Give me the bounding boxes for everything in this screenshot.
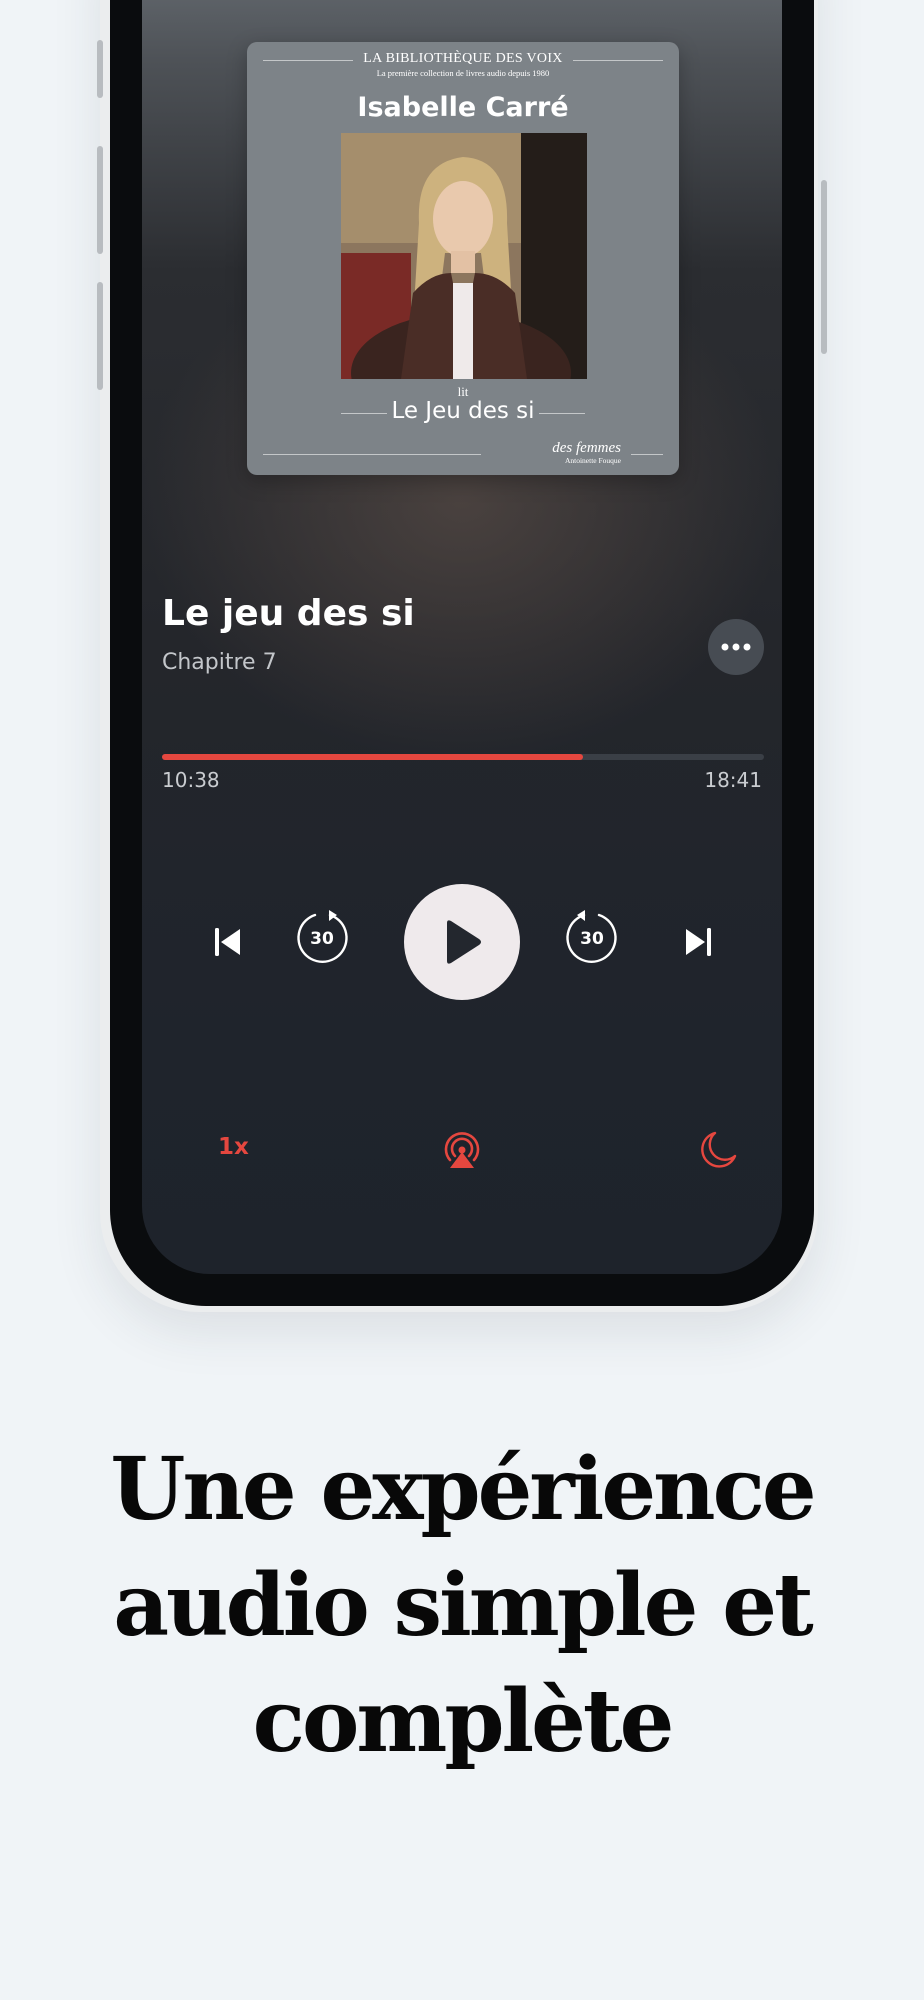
player-screen: LA BIBLIOTHÈQUE DES VOIX La première col…: [142, 0, 782, 1274]
elapsed-time: 10:38: [162, 768, 220, 792]
more-options-button[interactable]: [708, 619, 764, 675]
cover-tagline: La première collection de livres audio d…: [376, 68, 550, 78]
moon-icon: [701, 1131, 737, 1168]
play-button[interactable]: [404, 884, 520, 1000]
cover-series-title: LA BIBLIOTHÈQUE DES VOIX: [363, 51, 563, 66]
headline-line: audio simple et: [113, 1555, 813, 1656]
phone-side-button: [821, 180, 827, 354]
rewind-seconds-label: 30: [310, 929, 334, 949]
track-chapter: Chapitre 7: [162, 650, 277, 675]
headline-line: Une expérience: [110, 1439, 816, 1540]
phone-side-button: [97, 146, 103, 254]
forward-seconds-label: 30: [580, 929, 604, 949]
cover-narrator: Isabelle Carré: [357, 92, 569, 123]
playback-speed-button[interactable]: 1x: [218, 1134, 249, 1160]
album-cover: LA BIBLIOTHÈQUE DES VOIX La première col…: [247, 42, 679, 475]
narrator-photo: [341, 133, 587, 379]
phone-side-button: [97, 40, 103, 98]
airplay-button[interactable]: [438, 1126, 486, 1174]
cover-book-title: Le Jeu des si: [391, 398, 535, 424]
headline-line: complète: [252, 1671, 675, 1772]
forward-30-button[interactable]: 30: [563, 910, 621, 968]
previous-chapter-button[interactable]: [204, 918, 252, 966]
cover-publisher-sub: Antoinette Fouque: [564, 456, 621, 465]
marketing-headline: Une expérience audio simple et complète: [0, 1432, 924, 1780]
rewind-30-button[interactable]: 30: [293, 910, 351, 968]
sleep-timer-button[interactable]: [694, 1126, 742, 1174]
next-chapter-button[interactable]: [674, 918, 722, 966]
progress-fill: [162, 754, 584, 760]
skip-next-icon: [686, 928, 711, 956]
phone-side-button: [97, 282, 103, 390]
progress-bar[interactable]: [162, 754, 764, 760]
total-time: 18:41: [704, 768, 762, 792]
cover-publisher: des femmes: [552, 440, 621, 456]
play-icon: [447, 920, 481, 964]
more-dots-icon: [721, 643, 751, 651]
skip-previous-icon: [215, 928, 240, 956]
track-title: Le jeu des si: [162, 593, 415, 634]
airplay-icon: [444, 1132, 480, 1168]
